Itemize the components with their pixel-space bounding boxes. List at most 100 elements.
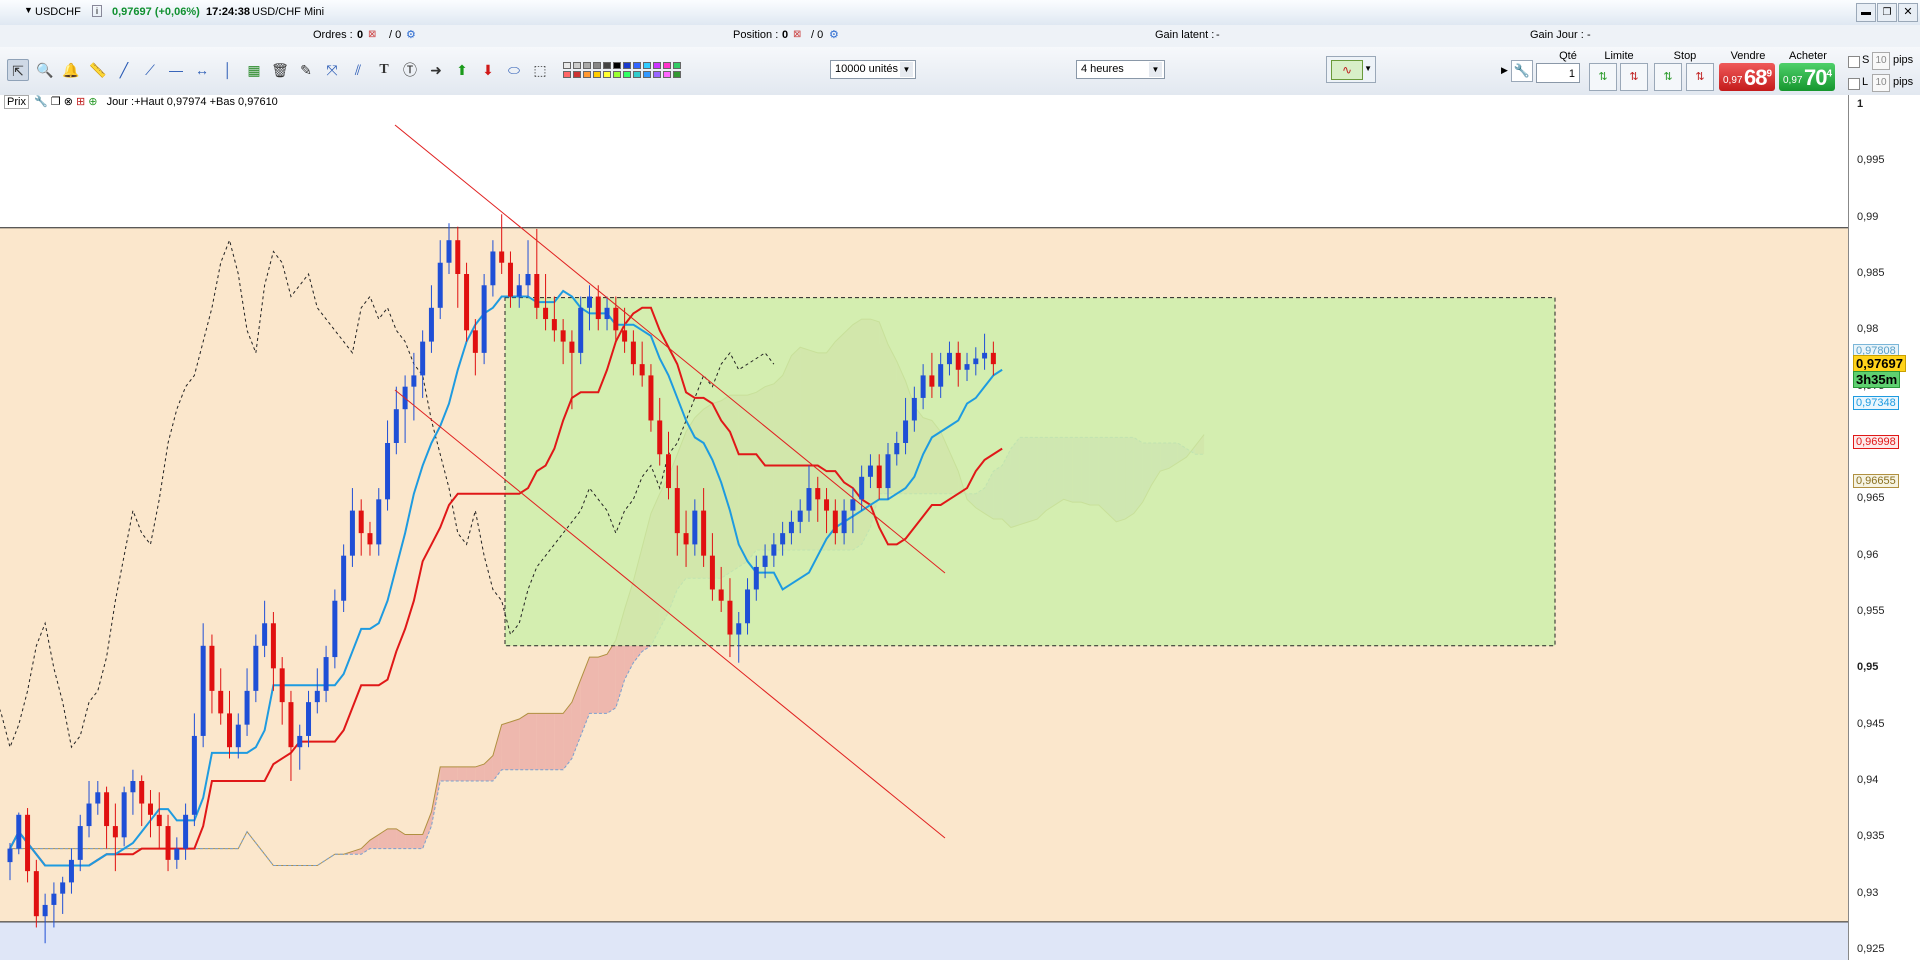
ichimoku-cloud-segment [536,713,546,770]
shape-icon[interactable]: ⬭ [503,59,525,81]
position-settings-icon[interactable]: ⚙ [829,28,839,41]
candle-body [841,510,847,534]
color-swatch[interactable] [573,62,581,69]
color-swatch[interactable] [573,71,581,78]
menu-chevron-icon[interactable]: ▼ [24,5,33,15]
stop-checkbox[interactable] [1848,56,1860,68]
color-swatch[interactable] [593,71,601,78]
color-swatch[interactable] [603,71,611,78]
color-swatch[interactable] [563,62,571,69]
arrow-up-icon[interactable]: ⬆ [451,59,473,81]
color-swatch[interactable] [583,62,591,69]
axis-tick-label: 0,93 [1857,886,1879,899]
color-swatch[interactable] [583,71,591,78]
stop-pips-label: pips [1893,54,1914,66]
candle-body [200,645,206,736]
color-swatch[interactable] [613,62,621,69]
price-chart[interactable] [0,95,1920,960]
chevron-down-icon: ▼ [900,62,913,77]
sell-button[interactable]: 0,97 689 [1719,63,1775,91]
channel-icon[interactable]: ⫽ [347,59,369,81]
text-icon[interactable]: T [373,59,395,81]
candle-body [560,330,566,342]
ichimoku-cloud-segment [510,719,520,770]
info-icon[interactable]: i [92,5,102,17]
timeframe-select[interactable]: 4 heures ▼ [1076,60,1165,79]
color-swatch[interactable] [633,71,641,78]
alarm-icon[interactable]: 🔔 [60,59,82,81]
color-swatch[interactable] [653,71,661,78]
candle-body [709,555,715,590]
limit-sell-icon[interactable]: ⇅ [1620,63,1648,91]
color-swatch[interactable] [653,62,661,69]
candle-body [727,600,733,635]
ichimoku-cloud-segment [501,721,511,770]
color-swatch[interactable] [623,62,631,69]
position-clear-icon[interactable]: ⊠ [793,29,801,40]
color-palette[interactable] [555,60,710,82]
line-icon[interactable]: ╱ [113,59,135,81]
color-swatch[interactable] [613,71,621,78]
chart-background-top [0,95,1848,228]
indicator-chart-icon: ∿ [1331,60,1363,80]
add-icon[interactable]: ⊞ [76,96,85,108]
limit-checkbox[interactable] [1848,78,1860,90]
orders-clear-icon[interactable]: ⊠ [368,29,376,40]
vline-icon[interactable]: │ [217,59,239,81]
minimize-icon[interactable]: ▬ [1856,3,1876,22]
color-swatch[interactable] [593,62,601,69]
candle-body [806,488,812,511]
color-swatch[interactable] [643,62,651,69]
candle-body [174,848,180,860]
plus-green-icon[interactable]: ⊕ [88,96,97,108]
candle-body [736,623,742,635]
pencil-icon[interactable]: ✎ [295,59,317,81]
color-swatch[interactable] [663,62,671,69]
zoom-icon[interactable]: 🔍 [34,59,56,81]
stop-pips-input[interactable]: 10 [1872,52,1890,70]
note-icon[interactable]: Ⓣ [399,59,421,81]
candle-body [112,826,118,838]
hray-icon[interactable]: ↔ [191,59,213,81]
restore-icon[interactable]: ❐ [1877,3,1897,22]
stop-sell-icon[interactable]: ⇅ [1686,63,1714,91]
limit-pips-input[interactable]: 10 [1872,74,1890,92]
axis-tick-label: 0,995 [1857,154,1885,167]
candle-body [982,352,988,359]
close-icon[interactable]: ✕ [1898,3,1918,22]
limit-buy-icon[interactable]: ⇅ [1589,63,1617,91]
wrench-icon[interactable]: 🔧 [1511,60,1533,82]
color-swatch[interactable] [673,71,681,78]
color-swatch[interactable] [673,62,681,69]
qty-input[interactable]: 1 [1536,63,1580,83]
candle-body [788,521,794,534]
color-swatch[interactable] [643,71,651,78]
wrench-icon[interactable]: 🔧 [34,96,48,108]
symbol-label[interactable]: USDCHF [35,6,81,18]
ruler-icon[interactable]: 📏 [87,59,109,81]
cursor-icon[interactable]: ⇱ [7,59,29,81]
axis-tick-label: 0,935 [1857,830,1885,843]
rect-icon[interactable]: ⬚ [529,59,551,81]
stop-buy-icon[interactable]: ⇅ [1654,63,1682,91]
hline-icon[interactable]: — [165,59,187,81]
fib-icon[interactable]: ▦ [243,59,265,81]
color-swatch[interactable] [563,71,571,78]
cross-icon[interactable]: ⤧ [321,59,343,81]
color-swatch[interactable] [663,71,671,78]
quantity-select[interactable]: 10000 unités ▼ [830,60,916,79]
panel-toggle-icon[interactable]: ▶ [1501,65,1508,76]
color-swatch[interactable] [603,62,611,69]
candle-body [674,488,680,534]
orders-settings-icon[interactable]: ⚙ [406,28,416,41]
trend-icon[interactable]: ⟋ [139,59,161,81]
arrow-right-icon[interactable]: ➜ [425,59,447,81]
color-swatch[interactable] [623,71,631,78]
indicator-button[interactable]: ∿ ▼ [1326,56,1376,83]
trash-icon[interactable]: 🗑 [269,59,291,81]
remove-icon[interactable]: ⊗ [64,96,73,108]
arrow-down-icon[interactable]: ⬇ [477,59,499,81]
color-swatch[interactable] [633,62,641,69]
buy-button[interactable]: 0,97 704 [1779,63,1835,91]
copy-icon[interactable]: ❐ [51,96,61,108]
